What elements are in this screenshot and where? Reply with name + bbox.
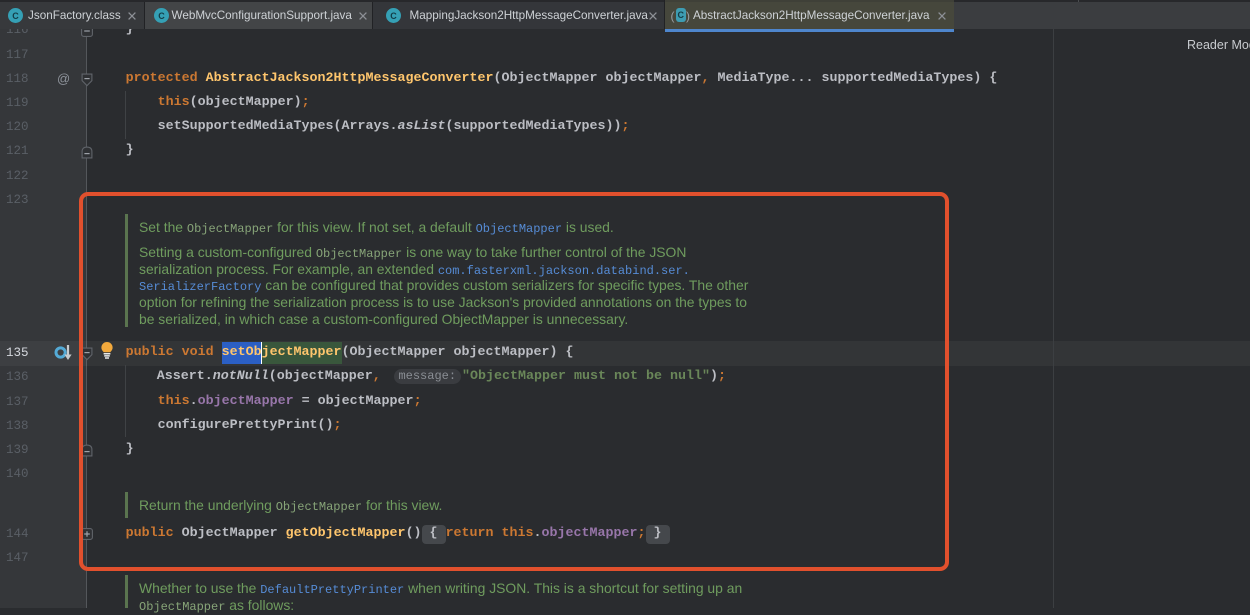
svg-text:C: C [390,11,397,21]
svg-text:C: C [12,11,19,21]
svg-text:C: C [158,11,165,21]
